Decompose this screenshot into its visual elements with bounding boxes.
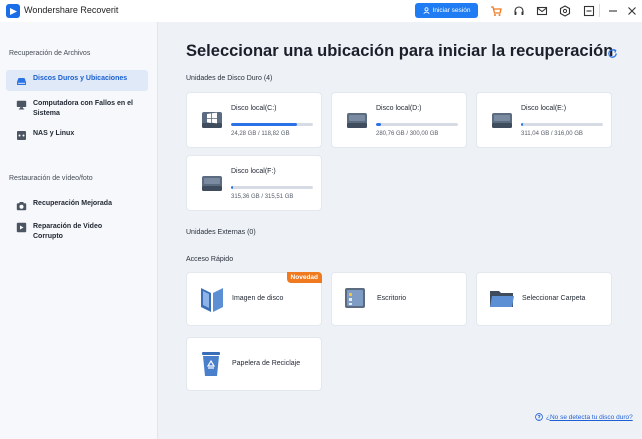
help-link-label: ¿No se detecta tu disco duro? [546,413,633,421]
drive-usage-fill [231,186,234,189]
section-hard-drives: Unidades de Disco Duro (4) [186,75,273,82]
help-circle-icon [535,413,543,421]
video-repair-icon [16,222,27,233]
quick-card-disk-image[interactable]: Imagen de disco Novedad [186,272,322,326]
new-badge: Novedad [286,272,322,283]
sidebar-item-nas-linux[interactable]: NAS y Linux [6,125,148,146]
drive-usage-bar [521,123,603,126]
title-bar: Wondershare Recoverit Iniciar sesión [0,0,642,22]
title-separator [599,4,600,17]
camera-icon [16,200,27,211]
windows-drive-icon [202,112,222,128]
quick-card-desktop[interactable]: Escritorio [331,272,467,326]
monitor-icon [16,99,27,110]
quick-card-recycle-bin[interactable]: Papelera de Reciclaje [186,337,322,391]
quick-label: Papelera de Reciclaje [232,360,301,367]
drive-card-c[interactable]: Disco local(C:) 24,28 GB / 118,82 GB [186,92,322,148]
user-icon [422,7,430,14]
sidebar-item-video-repair[interactable]: Reparación de Video Corrupto [6,217,148,247]
drive-name: Disco local(C:) [231,105,277,112]
hard-drive-icon [347,113,367,128]
headset-icon[interactable] [512,4,525,17]
signin-button[interactable]: Iniciar sesión [415,3,478,18]
page-title: Seleccionar una ubicación para iniciar l… [186,42,614,60]
nas-icon [16,130,27,141]
quick-label: Imagen de disco [232,295,284,302]
drive-card-f[interactable]: Disco local(F:) 315,36 GB / 315,51 GB [186,155,322,211]
drive-usage-fill [376,123,381,126]
settings-cube-icon[interactable] [558,4,571,17]
quick-label: Escritorio [377,295,407,302]
disk-image-icon [201,288,223,312]
sidebar-item-hard-drives[interactable]: Discos Duros y Ubicaciones [6,70,148,91]
quick-card-select-folder[interactable]: Seleccionar Carpeta [476,272,612,326]
main-panel: Seleccionar una ubicación para iniciar l… [159,22,642,439]
quick-label: Seleccionar Carpeta [522,295,586,302]
more-icon[interactable] [582,4,595,17]
sidebar-item-label: NAS y Linux [33,130,75,137]
section-quick-access: Acceso Rápido [186,256,234,263]
close-icon[interactable] [625,4,638,17]
drive-usage-fill [231,123,297,126]
drive-usage-bar [231,186,313,189]
sidebar-item-crashed-computer[interactable]: Computadora con Fallos en el Sistema [6,94,148,124]
hard-drive-icon [202,176,222,191]
drive-card-d[interactable]: Disco local(D:) 280,76 GB / 300,00 GB [331,92,467,148]
sidebar-item-enhanced-recovery[interactable]: Recuperación Mejorada [6,195,148,216]
drive-name: Disco local(E:) [521,105,567,112]
app-title: Wondershare Recoverit [24,5,119,15]
help-link-drive-not-detected[interactable]: ¿No se detecta tu disco duro? [535,413,633,421]
drive-name: Disco local(F:) [231,168,276,175]
sidebar-item-label: Recuperación Mejorada [33,200,112,207]
drive-name: Disco local(D:) [376,105,422,112]
app-logo-icon [6,4,20,18]
mail-icon[interactable] [535,4,548,17]
refresh-icon[interactable] [607,48,618,59]
drive-usage-bar [376,123,458,126]
drive-usage-fill [521,123,524,126]
drive-size: 311,04 GB / 316,00 GB [521,131,583,137]
section-file-recovery: Recuperación de Archivos [9,50,91,57]
drive-usage-bar [231,123,313,126]
hard-drive-icon [16,75,27,86]
hard-drive-icon [492,113,512,128]
folder-icon [490,291,514,307]
sidebar-item-label: Reparación de Video Corrupto [33,223,103,240]
signin-label: Iniciar sesión [432,7,471,14]
drive-size: 280,76 GB / 300,00 GB [376,131,439,137]
sidebar-item-label: Discos Duros y Ubicaciones [33,75,128,82]
recycle-bin-icon [202,352,220,376]
section-external-drives: Unidades Externas (0) [186,229,256,236]
cart-icon[interactable] [489,4,502,17]
minimize-icon[interactable] [606,4,619,17]
drive-size: 24,28 GB / 118,82 GB [231,131,290,137]
sidebar: Recuperación de Archivos Discos Duros y … [0,22,158,439]
drive-size: 315,36 GB / 315,51 GB [231,194,294,200]
sidebar-item-label: Computadora con Fallos en el Sistema [33,100,133,117]
drive-card-e[interactable]: Disco local(E:) 311,04 GB / 316,00 GB [476,92,612,148]
section-video-photo: Restauración de vídeo/foto [9,175,93,182]
desktop-icon [345,288,365,308]
